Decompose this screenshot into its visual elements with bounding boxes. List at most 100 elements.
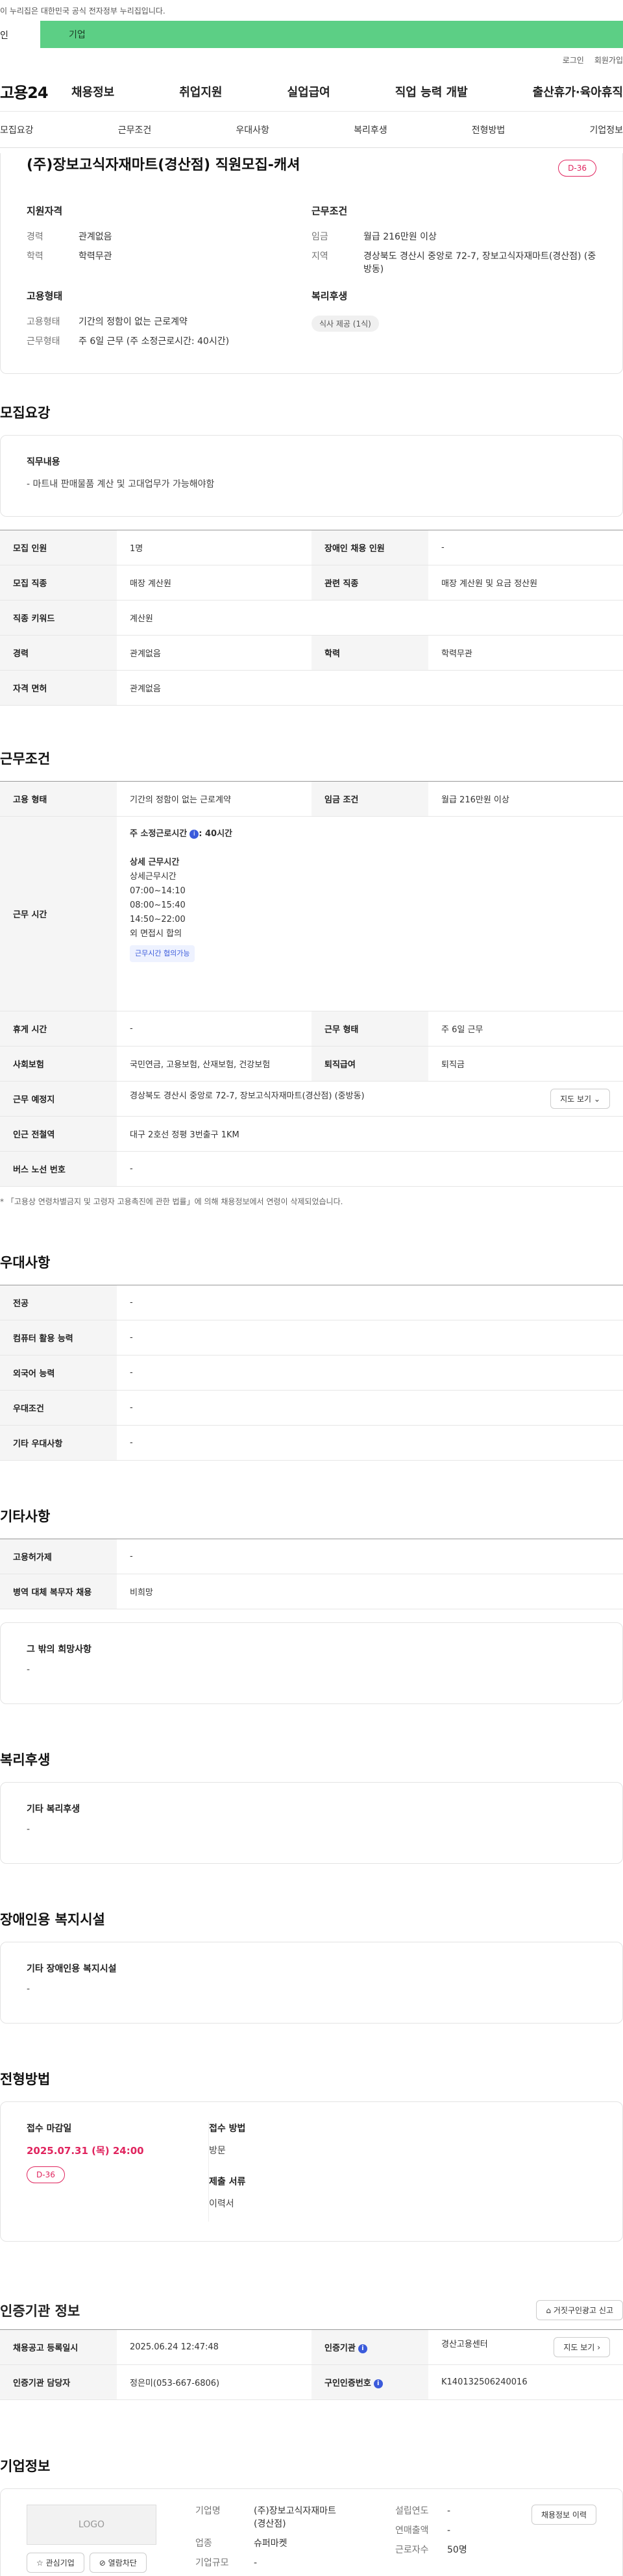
selection-box: 접수 마감일 2025.07.31 (목) 24:00 D-36 접수 방법 방… xyxy=(0,2101,623,2242)
kv-value: - xyxy=(254,2558,258,2568)
cell-value: 정은미(053-667-6806) xyxy=(117,2364,312,2400)
etc-table: 고용허가제 - 병역 대체 복무자 채용 비희망 xyxy=(0,1539,623,1609)
login-link[interactable]: 로그인 xyxy=(563,55,584,66)
signup-link[interactable]: 회원가입 xyxy=(594,55,623,66)
nav-job-training[interactable]: 직업 능력 개발 xyxy=(395,83,468,100)
time-line: 외 면접시 합의 xyxy=(130,929,182,939)
welfare-heading: 복리후생 xyxy=(312,290,348,302)
info-icon[interactable]: i xyxy=(189,829,199,839)
cell-value: 학력무관 xyxy=(428,635,623,671)
kv-key: 지역 xyxy=(312,251,328,262)
cell-label: 사회보험 xyxy=(0,1046,117,1082)
qual-heading: 지원자격 xyxy=(27,205,63,217)
tab-selection[interactable]: 전형방법 xyxy=(472,123,506,136)
welfare-box: 기타 복리후생 - xyxy=(0,1782,623,1864)
block-company-button[interactable]: ⊘ 열람차단 xyxy=(89,2553,147,2573)
company-box: LOGO ☆ 관심기업 ⊘ 열람차단 기업명 (주)장보고식자재마트(경산점) 업… xyxy=(0,2488,623,2576)
cell-label: 직종 키워드 xyxy=(0,600,117,636)
tab-company[interactable]: 기업정보 xyxy=(589,123,623,136)
kv-key: 임금 xyxy=(312,232,328,242)
cell-value: - xyxy=(117,1425,623,1461)
emp-heading: 고용형태 xyxy=(27,290,63,302)
nav-jobs[interactable]: 채용정보 xyxy=(71,83,114,100)
cell-value: 월급 216만원 이상 xyxy=(428,781,623,817)
kv-value: 50명 xyxy=(447,2545,467,2555)
info-icon[interactable]: i xyxy=(358,2344,367,2353)
kv-key: 업종 xyxy=(195,2538,212,2549)
cell-value: - xyxy=(117,1285,623,1320)
report-button[interactable]: ⌂ 거짓구인광고 신고 xyxy=(536,2300,623,2320)
util-menu: 로그인 회원가입 xyxy=(0,48,623,71)
tab-work[interactable]: 근무조건 xyxy=(118,123,152,136)
tab-personal[interactable]: 인 xyxy=(0,21,40,48)
cert-no-label-cell: 구인인증번호 i xyxy=(312,2364,428,2400)
cell-label: 휴게 시간 xyxy=(0,1011,117,1046)
cert-agency-cell: 경산고용센터 지도 보기 › xyxy=(428,2329,623,2365)
time-hours: : 40시간 xyxy=(199,829,232,839)
kv-value: 기간의 정함이 없는 근로계약 xyxy=(79,317,188,327)
work-place-value: 경상북도 경산시 중앙로 72-7, 장보고식자재마트(경산점) (중방동) xyxy=(130,1091,365,1101)
cell-value: - xyxy=(117,1539,623,1574)
cell-label: 우대조건 xyxy=(0,1390,117,1426)
cell-value: 퇴직금 xyxy=(428,1046,623,1082)
cell-label: 모집 인원 xyxy=(0,530,117,565)
cell-value: 1명 xyxy=(117,530,312,565)
report-icon: ⌂ xyxy=(546,2306,552,2315)
time-main: 주 소정근로시간 xyxy=(130,829,188,839)
cell-label: 버스 노선 번호 xyxy=(0,1151,117,1187)
agency-map-button[interactable]: 지도 보기 › xyxy=(554,2337,610,2357)
tab-recruit[interactable]: 모집요강 xyxy=(0,123,34,136)
kv-value: 관계없음 xyxy=(79,232,112,242)
report-button-label: 거짓구인광고 신고 xyxy=(553,2306,613,2315)
cell-value: 대구 2호선 정평 3번출구 1KM xyxy=(117,1116,623,1152)
cell-value: - xyxy=(117,1390,623,1426)
top-tabs: 인 기업 xyxy=(0,21,623,48)
site-logo[interactable]: 고용24 xyxy=(0,80,71,103)
cell-label: 근무 형태 xyxy=(312,1011,428,1046)
nav-parental-leave[interactable]: 출산휴가·육아휴직 xyxy=(533,83,623,100)
cell-label: 인증기관 xyxy=(324,2344,356,2353)
disabled-heading: 장애인용 복지시설 xyxy=(0,1912,105,1927)
recruit-heading: 모집요강 xyxy=(0,405,51,421)
nav-employment-support[interactable]: 취업지원 xyxy=(179,83,222,100)
cell-label: 관련 직종 xyxy=(312,565,428,601)
kv-value: 학력무관 xyxy=(79,251,112,262)
job-history-button[interactable]: 채용정보 이력 xyxy=(531,2505,596,2525)
tab-company[interactable]: 기업 xyxy=(40,21,623,48)
duty-title: 직무내용 xyxy=(27,457,60,467)
time-negotiable-chip: 근무시간 협의가능 xyxy=(130,945,195,962)
welfare-chip: 식사 제공 (1식) xyxy=(312,316,379,332)
etc-heading: 기타사항 xyxy=(0,1509,51,1524)
welfare-section-heading: 복리후생 xyxy=(0,1752,51,1768)
cell-label: 컴퓨터 활용 능력 xyxy=(0,1320,117,1356)
cell-label: 외국어 능력 xyxy=(0,1355,117,1391)
favorite-company-button[interactable]: ☆ 관심기업 xyxy=(27,2553,84,2573)
tab-welfare[interactable]: 복리후생 xyxy=(354,123,387,136)
cell-label: 경력 xyxy=(0,635,117,671)
time-line: 14:50~22:00 xyxy=(130,915,186,924)
cell-label: 근무 예정지 xyxy=(0,1081,117,1117)
method-value: 방문 xyxy=(209,2146,226,2156)
star-icon: ☆ xyxy=(36,2558,43,2568)
work-table: 고용 형태 기간의 정함이 없는 근로계약 임금 조건 월급 216만원 이상 근무 … xyxy=(0,781,623,1187)
docs-value: 이력서 xyxy=(209,2199,234,2209)
time-line: 상세 근무시간 xyxy=(130,858,180,867)
cell-value: 매장 계산원 및 요금 정산원 xyxy=(428,565,623,601)
pref-heading: 우대사항 xyxy=(0,1255,51,1270)
kv-value: (주)장보고식자재마트(경산점) xyxy=(254,2506,336,2529)
nav-unemployment-benefit[interactable]: 실업급여 xyxy=(287,83,330,100)
chevron-right-icon: › xyxy=(597,2343,600,2352)
time-line: 상세근무시간 xyxy=(130,872,177,882)
cell-label: 임금 조건 xyxy=(312,781,428,817)
cell-label: 기타 우대사항 xyxy=(0,1425,117,1461)
job-summary-card: (주)장보고식자재마트(경산점) 직원모집-캐셔 D-36 지원자격 경력 관계없… xyxy=(0,153,623,374)
time-line: 08:00~15:40 xyxy=(130,900,186,910)
time-line: 07:00~14:10 xyxy=(130,886,186,896)
cell-label: 인증기관 담당자 xyxy=(0,2364,117,2400)
info-icon[interactable]: i xyxy=(373,2379,383,2388)
tab-pref[interactable]: 우대사항 xyxy=(236,123,269,136)
disabled-box: 기타 장애인용 복지시설 - xyxy=(0,1942,623,2024)
map-button[interactable]: 지도 보기 ⌄ xyxy=(550,1089,610,1109)
cert-agency-label-cell: 인증기관 i xyxy=(312,2329,428,2365)
section-tabs: 모집요강 근무조건 우대사항 복리후생 전형방법 기업정보 xyxy=(0,112,623,148)
